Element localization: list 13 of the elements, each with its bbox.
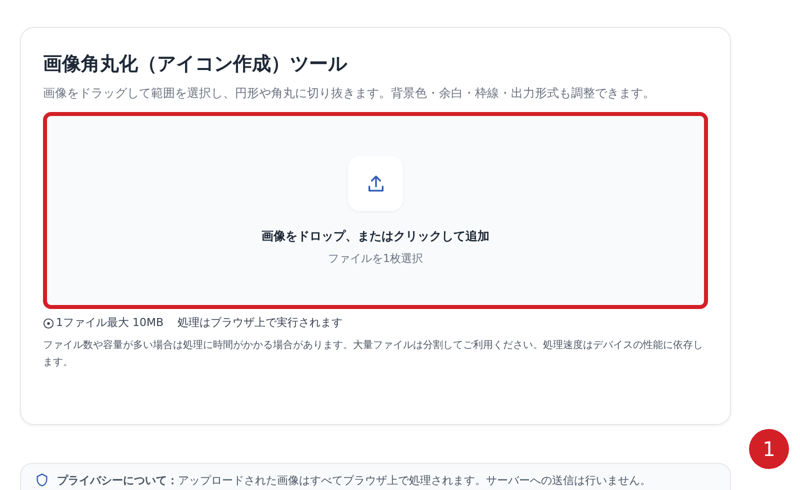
dropzone[interactable]: 画像をドロップ、またはクリックして追加 ファイルを1枚選択 <box>43 112 708 309</box>
clock-icon <box>43 318 54 328</box>
tool-title: 画像角丸化（アイコン作成）ツール <box>43 52 348 77</box>
limit-text: 1ファイル最大 10MB <box>56 315 164 331</box>
processing-note: ファイル数や容量が多い場合は処理に時間がかかる場合があります。大量ファイルは分割してご利用ください。処理速度はデバイスの性能に依存します。 <box>43 338 703 370</box>
shield-icon <box>35 473 49 487</box>
privacy-text: プライバシーについて：アップロードされた画像はすべてブラウザ上で処理されます。サーバーへの送信は行いません。 <box>57 473 651 489</box>
limit-text: 処理はブラウザ上で実行されます <box>178 315 343 331</box>
upload-icon <box>366 174 386 194</box>
dropzone-subtitle: ファイルを1枚選択 <box>328 251 423 267</box>
dropzone-title: 画像をドロップ、またはクリックして追加 <box>262 228 490 245</box>
annotation-badge: 1 <box>749 429 789 469</box>
tool-description: 画像をドラッグして範囲を選択し、円形や角丸に切り抜きます。背景色・余白・枠線・出力形式も調整できます。 <box>43 85 656 102</box>
